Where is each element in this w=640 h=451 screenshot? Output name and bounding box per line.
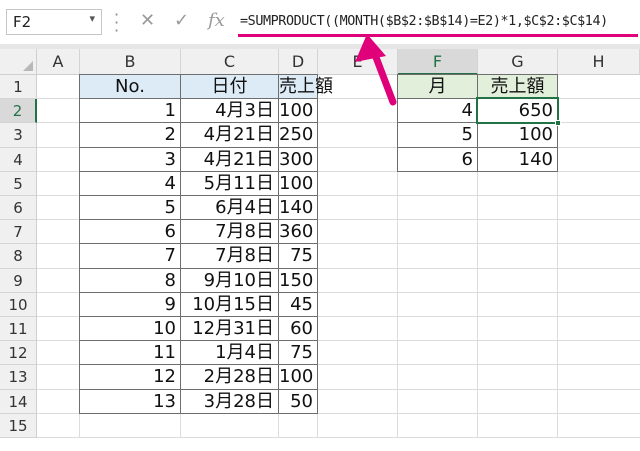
cancel-icon[interactable]: ✕ — [140, 10, 155, 31]
row-header-3[interactable]: 3 — [0, 123, 37, 148]
table1-date-cell[interactable]: 7月8日 — [180, 243, 279, 269]
table1-date-cell[interactable]: 7月8日 — [180, 219, 279, 245]
table1-no-cell[interactable]: 7 — [79, 243, 181, 269]
table1-no-cell[interactable]: 5 — [79, 195, 181, 221]
table2-month-cell[interactable]: 5 — [397, 122, 478, 148]
row-header-10[interactable]: 10 — [0, 292, 37, 317]
table1-no-cell[interactable]: 12 — [79, 364, 181, 390]
table1-header-cell[interactable]: 売上額 — [278, 74, 333, 100]
formula-highlight-underline — [238, 34, 638, 37]
row-header-6[interactable]: 6 — [0, 196, 37, 221]
table1-amount-cell[interactable]: 45 — [278, 291, 318, 317]
table1-amount-cell[interactable]: 100 — [278, 170, 318, 196]
table1-amount-cell[interactable]: 75 — [278, 340, 318, 366]
table1-no-cell[interactable]: 2 — [79, 122, 181, 148]
table2-amount-cell[interactable]: 100 — [477, 122, 558, 148]
table1-no-cell[interactable]: 8 — [79, 267, 181, 293]
row-header-5[interactable]: 5 — [0, 171, 37, 196]
row-gridline — [37, 437, 640, 438]
column-header-h[interactable]: H — [558, 49, 640, 75]
row-header-4[interactable]: 4 — [0, 147, 37, 172]
table1-no-cell[interactable]: 4 — [79, 170, 181, 196]
table1-header-cell[interactable]: 日付 — [180, 74, 279, 100]
table1-header-cell[interactable]: No. — [79, 74, 181, 100]
table1-amount-cell[interactable]: 140 — [278, 195, 318, 221]
column-header-a[interactable]: A — [37, 49, 80, 75]
table1-date-cell[interactable]: 12月31日 — [180, 316, 279, 342]
name-box[interactable]: F2 ▾ — [6, 9, 102, 35]
active-cell-border — [476, 97, 559, 125]
name-box-value: F2 — [13, 13, 32, 31]
table1-no-cell[interactable]: 9 — [79, 291, 181, 317]
fill-handle[interactable] — [555, 120, 561, 127]
table1-no-cell[interactable]: 6 — [79, 219, 181, 245]
table1-amount-cell[interactable]: 60 — [278, 316, 318, 342]
table1-amount-cell[interactable]: 75 — [278, 243, 318, 269]
column-header-f[interactable]: F — [398, 49, 478, 75]
table1-date-cell[interactable]: 4月21日 — [180, 122, 279, 148]
table1-amount-cell[interactable]: 300 — [278, 146, 318, 172]
table1-amount-cell[interactable]: 100 — [278, 364, 318, 390]
table2-month-cell[interactable]: 4 — [397, 98, 478, 124]
row-header-13[interactable]: 13 — [0, 365, 37, 390]
table1-date-cell[interactable]: 1月4日 — [180, 340, 279, 366]
row-header-9[interactable]: 9 — [0, 268, 37, 293]
table1-date-cell[interactable]: 10月15日 — [180, 291, 279, 317]
table2-amount-cell[interactable]: 140 — [477, 146, 558, 172]
column-header-d[interactable]: D — [279, 49, 318, 75]
row-header-11[interactable]: 11 — [0, 317, 37, 342]
table1-no-cell[interactable]: 11 — [79, 340, 181, 366]
row-header-8[interactable]: 8 — [0, 244, 37, 269]
table1-amount-cell[interactable]: 50 — [278, 388, 318, 414]
table1-date-cell[interactable]: 3月28日 — [180, 388, 279, 414]
table1-amount-cell[interactable]: 250 — [278, 122, 318, 148]
table2-header-cell[interactable]: 月 — [397, 74, 478, 100]
column-header-g[interactable]: G — [478, 49, 558, 75]
table1-amount-cell[interactable]: 360 — [278, 219, 318, 245]
row-header-12[interactable]: 12 — [0, 341, 37, 366]
table1-date-cell[interactable]: 5月11日 — [180, 170, 279, 196]
table2-month-cell[interactable]: 6 — [397, 146, 478, 172]
formula-input[interactable]: =SUMPRODUCT((MONTH($B$2:$B$14)=E2)*1,$C$… — [238, 8, 640, 36]
table1-no-cell[interactable]: 13 — [79, 388, 181, 414]
row-header-2[interactable]: 2 — [0, 99, 37, 124]
formula-text: =SUMPRODUCT((MONTH($B$2:$B$14)=E2)*1,$C$… — [240, 14, 608, 29]
row-header-15[interactable]: 15 — [0, 413, 37, 438]
row-header-14[interactable]: 14 — [0, 389, 37, 414]
drag-handle-icon[interactable]: · · · — [114, 7, 120, 39]
insert-function-icon[interactable]: fx — [208, 10, 225, 31]
table2-header-cell[interactable]: 売上額 — [477, 74, 558, 100]
row-header-1[interactable]: 1 — [0, 75, 37, 100]
table1-date-cell[interactable]: 9月10日 — [180, 267, 279, 293]
table1-no-cell[interactable]: 10 — [79, 316, 181, 342]
column-header-c[interactable]: C — [181, 49, 279, 75]
chevron-down-icon[interactable]: ▾ — [89, 12, 95, 25]
table1-date-cell[interactable]: 4月3日 — [180, 98, 279, 124]
column-header-b[interactable]: B — [80, 49, 181, 75]
check-icon[interactable]: ✓ — [174, 10, 189, 31]
row-header-7[interactable]: 7 — [0, 220, 37, 245]
column-header-e[interactable]: E — [318, 49, 398, 75]
table1-amount-cell[interactable]: 100 — [278, 98, 318, 124]
table1-date-cell[interactable]: 2月28日 — [180, 364, 279, 390]
table1-no-cell[interactable]: 1 — [79, 98, 181, 124]
select-all-corner[interactable] — [0, 49, 37, 75]
table1-date-cell[interactable]: 6月4日 — [180, 195, 279, 221]
table1-amount-cell[interactable]: 150 — [278, 267, 318, 293]
table1-date-cell[interactable]: 4月21日 — [180, 146, 279, 172]
table1-no-cell[interactable]: 3 — [79, 146, 181, 172]
